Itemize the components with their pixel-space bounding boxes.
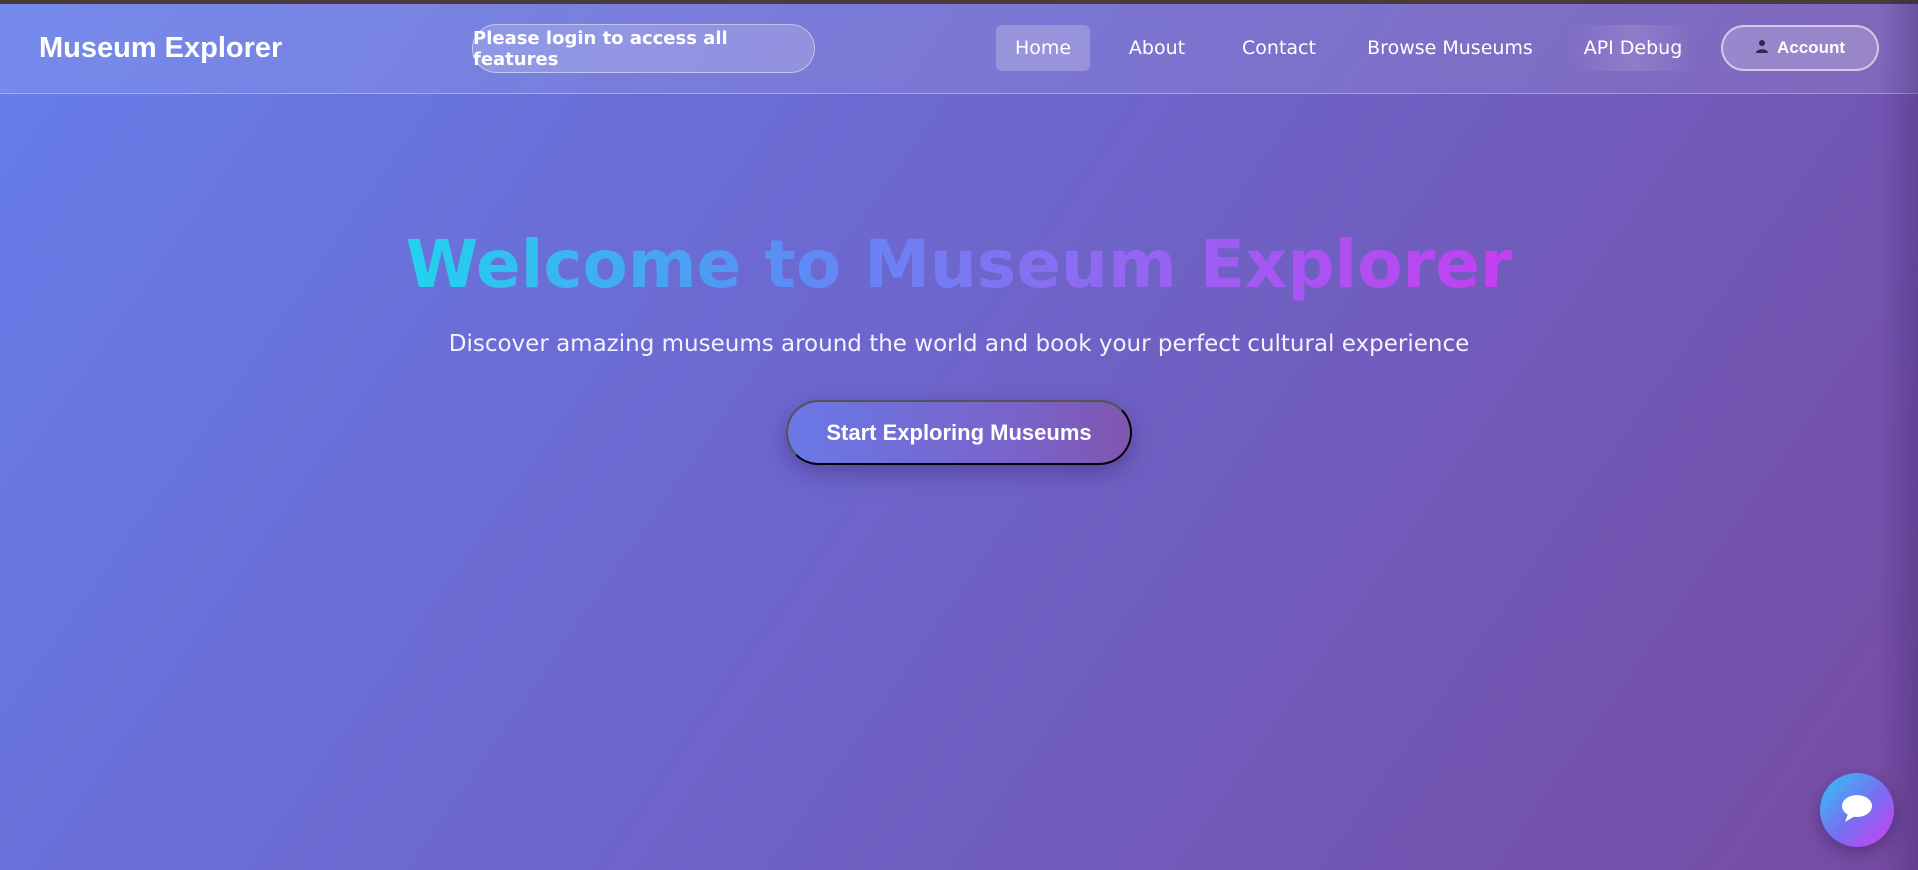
start-exploring-button[interactable]: Start Exploring Museums xyxy=(786,400,1132,465)
right-edge-shadow xyxy=(1878,0,1918,870)
chat-bubble-icon xyxy=(1840,793,1874,827)
account-button-label: Account xyxy=(1777,38,1845,57)
nav-link-contact[interactable]: Contact xyxy=(1228,25,1330,71)
nav-link-about[interactable]: About xyxy=(1110,25,1204,71)
hero-title: Welcome to Museum Explorer xyxy=(0,220,1918,310)
nav-link-browse-museums[interactable]: Browse Museums xyxy=(1360,25,1540,71)
chat-widget-button[interactable] xyxy=(1820,773,1894,847)
nav-link-home[interactable]: Home xyxy=(996,25,1090,71)
hero-title-text: Welcome to Museum Explorer xyxy=(406,220,1513,310)
user-icon xyxy=(1755,38,1769,58)
nav-link-api-debug[interactable]: API Debug xyxy=(1568,25,1698,71)
login-notice-badge: Please login to access all features xyxy=(472,24,815,73)
hero-subtitle: Discover amazing museums around the worl… xyxy=(448,331,1470,357)
brand-logo-text[interactable]: Museum Explorer xyxy=(39,32,282,65)
top-navbar: Museum Explorer Please login to access a… xyxy=(0,4,1918,94)
account-button[interactable]: Account xyxy=(1721,25,1879,71)
